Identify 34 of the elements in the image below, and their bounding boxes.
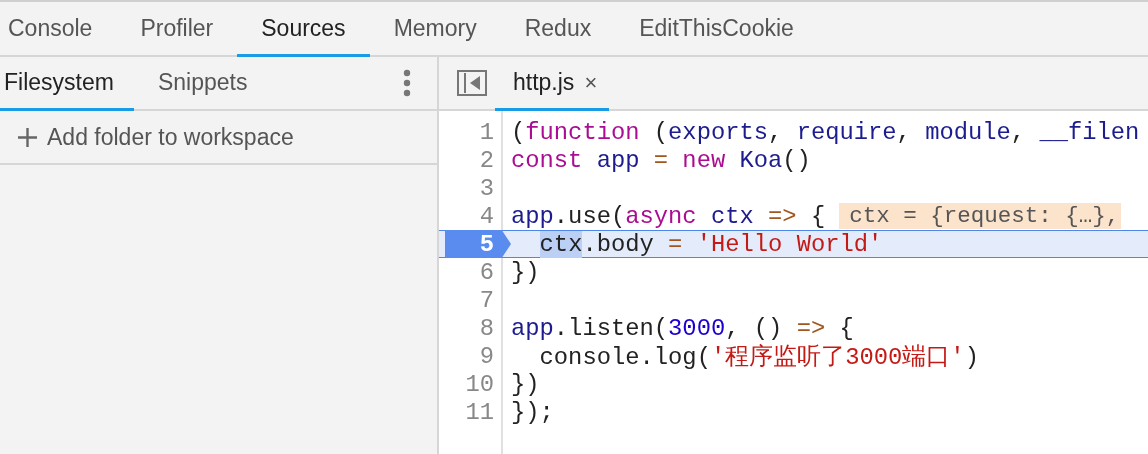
line-number[interactable]: 9 (439, 342, 494, 370)
line-number[interactable]: 8 (439, 314, 494, 342)
panel-tab[interactable]: Sources (237, 2, 370, 57)
panel-tab[interactable]: EditThisCookie (615, 2, 818, 57)
code-line: }) (511, 370, 540, 398)
code-line: app.listen(3000, () => { (511, 314, 854, 342)
line-number[interactable]: 4 (439, 202, 494, 230)
code-line: console.log('程序监听了3000端口') (538, 343, 979, 372)
panel-tab[interactable]: Profiler (116, 2, 238, 57)
line-number[interactable]: 6 (439, 258, 494, 286)
more-icon[interactable] (403, 69, 411, 97)
code-line: ctx.body = 'Hello World' (538, 230, 883, 258)
panel-tab[interactable]: Console (0, 2, 117, 57)
plus-icon[interactable] (18, 127, 37, 147)
panel-tab[interactable]: Memory (369, 2, 501, 57)
close-icon[interactable]: × (584, 69, 598, 96)
inline-value: ctx = {request: {…}, (839, 203, 1122, 229)
line-number[interactable]: 7 (439, 286, 494, 314)
file-tab[interactable]: http.js (513, 69, 575, 96)
line-number[interactable]: 1 (439, 118, 494, 146)
line-number[interactable]: 10 (439, 370, 494, 398)
navigator-tab[interactable]: Snippets (133, 57, 268, 111)
line-number[interactable]: 2 (439, 146, 494, 174)
code-line: }); (511, 398, 554, 426)
code-line: (function (exports, require, module, __filen (511, 118, 1140, 146)
code-line: }) (511, 258, 540, 286)
code-line: app.use(async ctx => { (511, 202, 826, 230)
code-line: const app = new Koa() (511, 146, 811, 174)
panel-tab[interactable]: Redux (500, 2, 616, 57)
add-folder-link[interactable]: Add folder to workspace (47, 123, 294, 151)
line-number[interactable]: 11 (439, 398, 494, 426)
sidebar-toggle-icon[interactable] (457, 70, 487, 96)
navigator-tab[interactable]: Filesystem (0, 57, 134, 111)
line-number[interactable]: 3 (439, 174, 494, 202)
